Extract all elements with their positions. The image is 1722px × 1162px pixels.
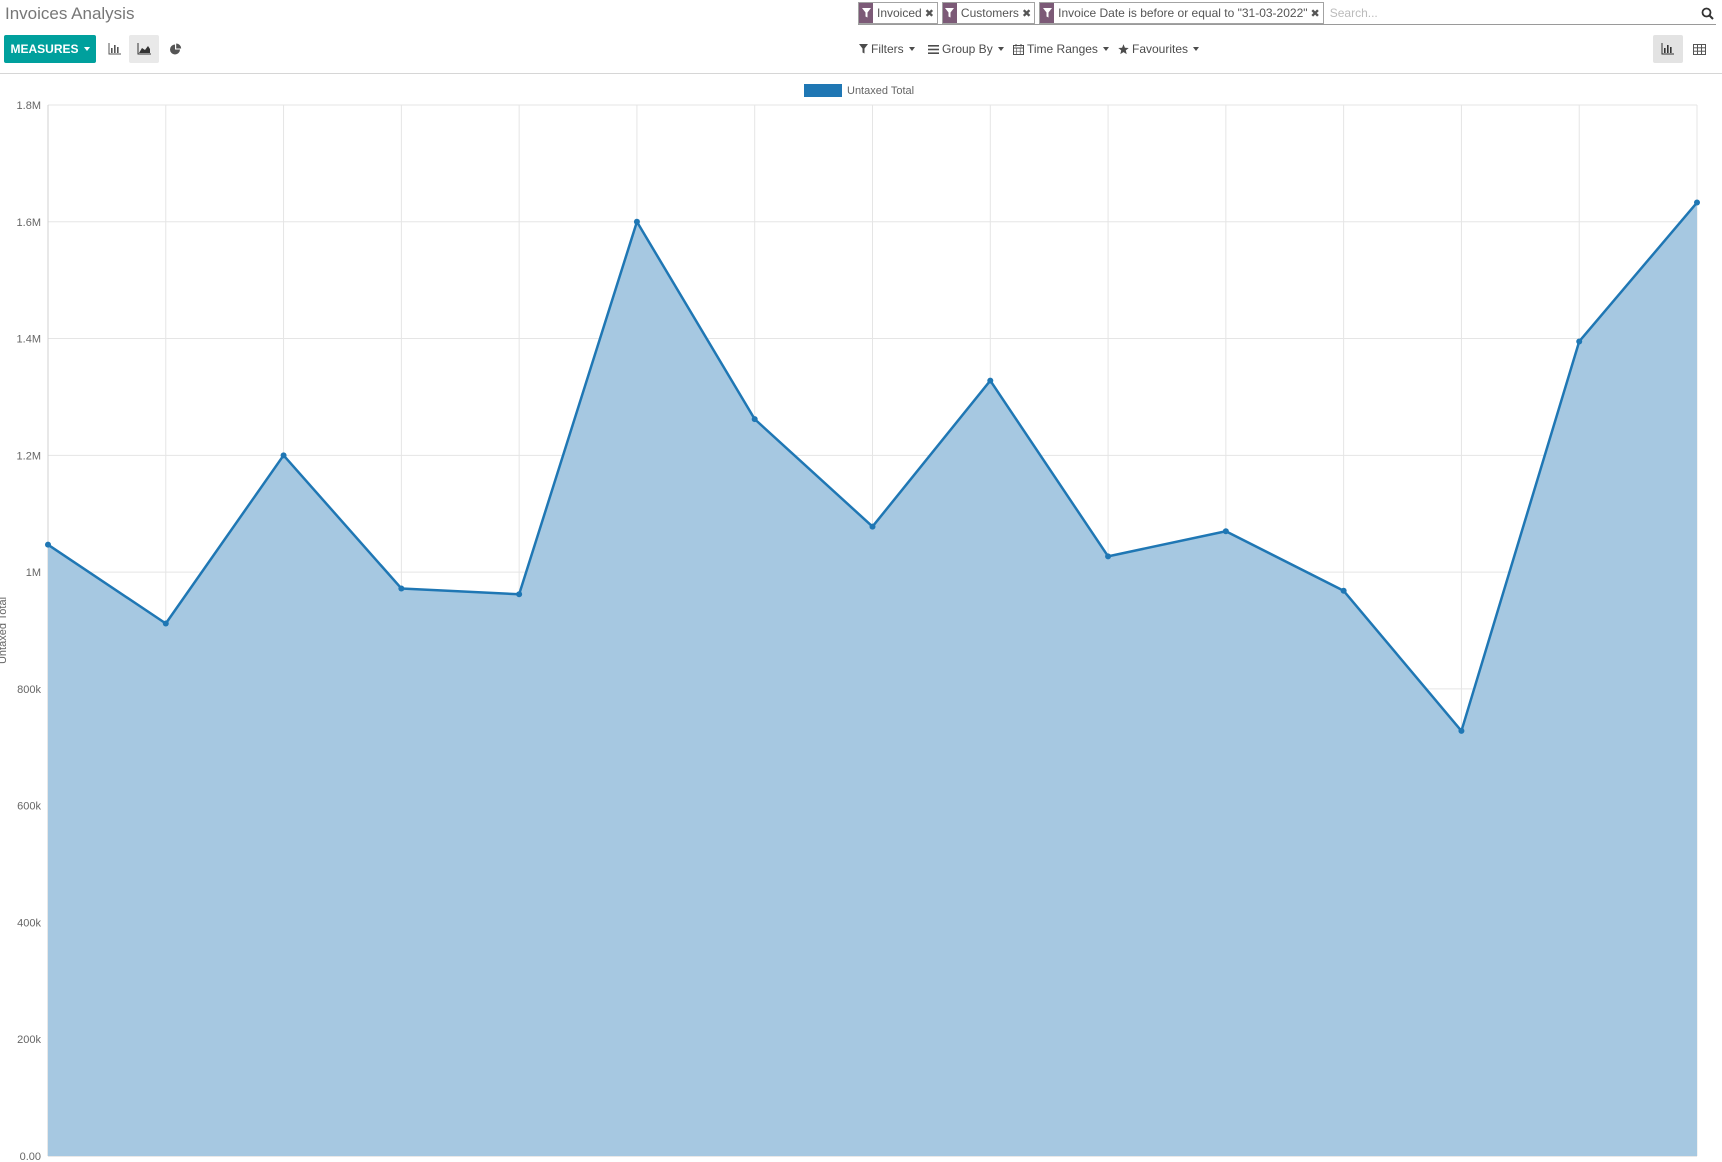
page-title: Invoices Analysis bbox=[5, 4, 135, 23]
filter-icon bbox=[859, 3, 873, 23]
search-input[interactable] bbox=[1327, 6, 1698, 20]
chevron-down-icon bbox=[1193, 47, 1200, 51]
data-point bbox=[1694, 199, 1700, 206]
graph-view-icon[interactable] bbox=[1653, 35, 1683, 63]
y-tick-label: 600k bbox=[17, 801, 41, 813]
list-icon bbox=[928, 44, 939, 54]
data-point bbox=[751, 416, 758, 423]
search-facet-customers[interactable]: Customers ✖ bbox=[941, 2, 1036, 24]
timeranges-dropdown[interactable]: Time Ranges bbox=[1013, 40, 1109, 58]
y-tick-label: 1.6M bbox=[17, 217, 41, 229]
timeranges-label: Time Ranges bbox=[1027, 42, 1098, 56]
search-facet-invoiced[interactable]: Invoiced ✖ bbox=[858, 2, 938, 24]
data-point bbox=[1105, 553, 1112, 560]
measures-label: MEASURES bbox=[10, 42, 79, 56]
y-tick-label: 200k bbox=[17, 1034, 41, 1046]
filter-icon bbox=[859, 44, 868, 54]
search-icon[interactable] bbox=[1698, 4, 1716, 22]
data-point bbox=[398, 585, 405, 592]
chevron-down-icon bbox=[1102, 47, 1109, 51]
y-tick-label: 1.8M bbox=[17, 100, 41, 112]
y-tick-label: 400k bbox=[17, 917, 41, 929]
filters-dropdown[interactable]: Filters bbox=[859, 40, 915, 58]
facet-label: Invoice Date is before or equal to "31-0… bbox=[1058, 6, 1308, 20]
data-point bbox=[280, 452, 287, 459]
area-chart-icon[interactable] bbox=[129, 35, 159, 63]
data-point bbox=[162, 620, 169, 627]
data-point bbox=[1222, 528, 1229, 535]
chevron-down-icon bbox=[83, 47, 90, 51]
search-facet-invoice-date[interactable]: Invoice Date is before or equal to "31-0… bbox=[1039, 2, 1324, 24]
data-point bbox=[869, 523, 876, 530]
close-icon[interactable]: ✖ bbox=[925, 7, 937, 20]
legend-label: Untaxed Total bbox=[847, 85, 914, 97]
facet-label: Customers bbox=[960, 6, 1019, 20]
pie-chart-icon[interactable] bbox=[160, 35, 190, 63]
y-tick-label: 800k bbox=[17, 684, 41, 696]
data-point bbox=[987, 377, 994, 384]
calendar-icon bbox=[1013, 43, 1024, 55]
chevron-down-icon bbox=[908, 47, 915, 51]
facet-label: Invoiced bbox=[877, 6, 922, 20]
data-point bbox=[633, 218, 640, 225]
y-tick-label: 1.4M bbox=[17, 334, 41, 346]
y-tick-label: 0.00 bbox=[20, 1151, 41, 1162]
close-icon[interactable]: ✖ bbox=[1022, 7, 1034, 20]
data-point bbox=[1458, 727, 1465, 734]
filter-icon bbox=[942, 3, 957, 23]
y-axis-ticks: 0.00 200k 400k 600k 800k 1M 1.2M 1.4M 1.6M 1.8M bbox=[17, 100, 42, 1162]
data-point bbox=[45, 541, 51, 548]
pivot-view-icon[interactable] bbox=[1684, 35, 1714, 63]
data-point bbox=[1340, 587, 1347, 594]
favourites-label: Favourites bbox=[1132, 42, 1189, 56]
groupby-label: Group By bbox=[942, 42, 993, 56]
area-chart: 0.00 200k 400k 600k 800k 1M 1.2M 1.4M 1.6M 1.8M U… bbox=[0, 84, 1700, 1162]
data-point bbox=[1576, 338, 1583, 345]
y-tick-label: 1M bbox=[26, 567, 41, 579]
measures-button[interactable]: MEASURES bbox=[4, 35, 96, 63]
data-point bbox=[516, 591, 523, 598]
filters-label: Filters bbox=[871, 42, 904, 56]
favourites-dropdown[interactable]: Favourites bbox=[1118, 40, 1200, 58]
y-axis-label: Untaxed Total bbox=[0, 597, 9, 664]
close-icon[interactable]: ✖ bbox=[1311, 7, 1323, 20]
groupby-dropdown[interactable]: Group By bbox=[928, 40, 1004, 58]
search-bar: Invoiced ✖ Customers ✖ Invoice Date is b… bbox=[858, 2, 1716, 25]
legend-swatch bbox=[804, 84, 842, 97]
control-panel: Invoices Analysis Invoiced ✖ Customers ✖… bbox=[0, 0, 1722, 74]
y-tick-label: 1.2M bbox=[17, 450, 41, 462]
chevron-down-icon bbox=[997, 47, 1004, 51]
legend: Untaxed Total bbox=[804, 84, 914, 97]
star-icon bbox=[1118, 43, 1129, 55]
filter-icon bbox=[1040, 3, 1055, 23]
bar-chart-icon[interactable] bbox=[100, 35, 130, 63]
